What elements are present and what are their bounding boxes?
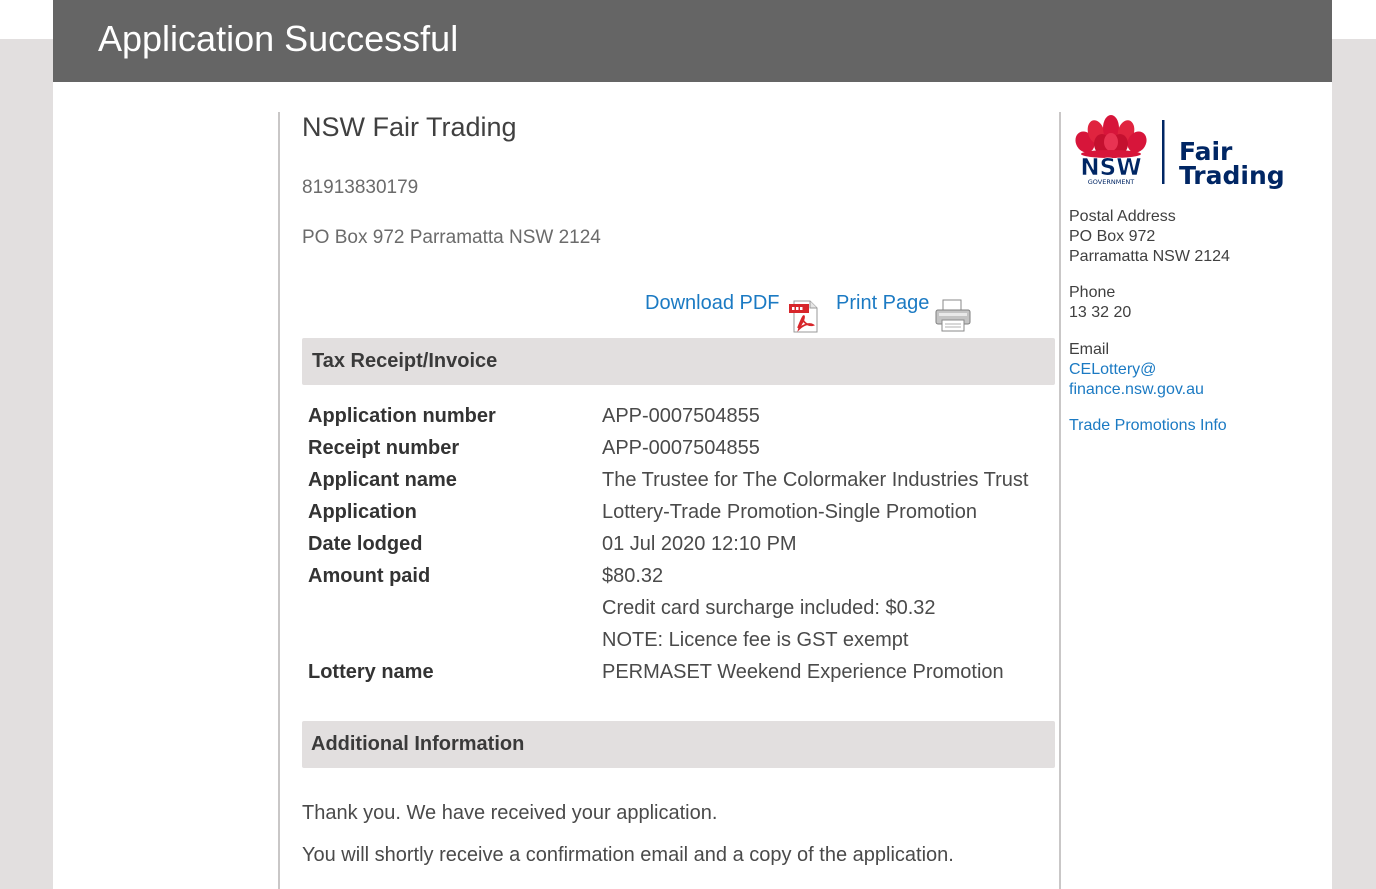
logo-trading-text: Trading <box>1179 161 1285 190</box>
lottery-name-label: Lottery name <box>308 661 434 683</box>
gst-note-row: NOTE: Licence fee is GST exempt <box>308 629 1053 661</box>
application-number-row: Application number APP-0007504855 <box>308 405 1053 437</box>
lottery-name-row: Lottery name PERMASET Weekend Experience… <box>308 661 1053 693</box>
application-row: Application Lottery-Trade Promotion-Sing… <box>308 501 1053 533</box>
surcharge-row: Credit card surcharge included: $0.32 <box>308 597 1053 629</box>
trade-promotions-info-link[interactable]: Trade Promotions Info <box>1069 417 1227 434</box>
phone-label: Phone <box>1069 284 1116 301</box>
print-page-link[interactable]: Print Page <box>836 292 929 315</box>
gst-note: NOTE: Licence fee is GST exempt <box>602 629 909 651</box>
additional-info-section-header: Additional Information <box>302 721 1055 768</box>
date-lodged-row: Date lodged 01 Jul 2020 12:10 PM <box>308 533 1053 565</box>
content-divider-right <box>1059 112 1061 889</box>
tax-receipt-section-header: Tax Receipt/Invoice <box>302 338 1055 385</box>
email-link-line2[interactable]: finance.nsw.gov.au <box>1069 381 1204 398</box>
amount-paid-row: Amount paid $80.32 <box>308 565 1053 597</box>
application-number-label: Application number <box>308 405 496 427</box>
date-lodged-value: 01 Jul 2020 12:10 PM <box>602 533 797 555</box>
receipt-number-value: APP-0007504855 <box>602 437 760 459</box>
applicant-name-row: Applicant name The Trustee for The Color… <box>308 469 1053 501</box>
receipt-number-row: Receipt number APP-0007504855 <box>308 437 1053 469</box>
organisation-address: PO Box 972 Parramatta NSW 2124 <box>302 227 601 248</box>
postal-address-line1: PO Box 972 <box>1069 228 1156 245</box>
tax-receipt-section-title: Tax Receipt/Invoice <box>312 350 498 372</box>
postal-address-block: Postal Address PO Box 972 Parramatta NSW… <box>1069 207 1319 267</box>
phone-number: 13 32 20 <box>1069 304 1132 321</box>
confirmation-message: Thank you. We have received your applica… <box>302 802 718 824</box>
download-pdf-link[interactable]: Download PDF <box>645 292 780 315</box>
postal-address-line2: Parramatta NSW 2124 <box>1069 248 1230 265</box>
trade-promotions-block: Trade Promotions Info <box>1069 416 1319 436</box>
email-notice-message: You will shortly receive a confirmation … <box>302 844 954 866</box>
amount-paid-label: Amount paid <box>308 565 431 587</box>
phone-block: Phone 13 32 20 <box>1069 283 1319 323</box>
lottery-name-value: PERMASET Weekend Experience Promotion <box>602 661 1004 683</box>
pdf-icon[interactable] <box>786 298 822 334</box>
application-value: Lottery-Trade Promotion-Single Promotion <box>602 501 977 523</box>
organisation-abn: 81913830179 <box>302 177 419 198</box>
page-header: Application Successful <box>53 0 1332 82</box>
amount-paid-value: $80.32 <box>602 565 664 587</box>
postal-address-label: Postal Address <box>1069 208 1176 225</box>
printer-icon[interactable] <box>933 298 973 334</box>
receipt-number-label: Receipt number <box>308 437 460 459</box>
surcharge-note: Credit card surcharge included: $0.32 <box>602 597 936 619</box>
applicant-name-label: Applicant name <box>308 469 457 491</box>
logo-government-text: GOVERNMENT <box>1088 178 1135 186</box>
email-block: Email CELottery@ finance.nsw.gov.au <box>1069 340 1319 400</box>
nsw-fair-trading-logo: NSW GOVERNMENT Fair Trading <box>1075 115 1285 190</box>
date-lodged-label: Date lodged <box>308 533 423 555</box>
page-title: Application Successful <box>98 18 459 59</box>
application-number-value: APP-0007504855 <box>602 405 760 427</box>
applicant-name-value: The Trustee for The Colormaker Industrie… <box>602 469 1029 491</box>
content-divider-left <box>278 112 280 889</box>
email-label: Email <box>1069 341 1110 358</box>
waratah-icon <box>1075 115 1147 158</box>
page-container: Application Successful NSW Fair Trading … <box>53 0 1332 889</box>
additional-info-section-title: Additional Information <box>311 733 525 755</box>
organisation-name: NSW Fair Trading <box>302 112 517 142</box>
email-link-line1[interactable]: CELottery@ <box>1069 361 1156 378</box>
application-label: Application <box>308 501 417 523</box>
